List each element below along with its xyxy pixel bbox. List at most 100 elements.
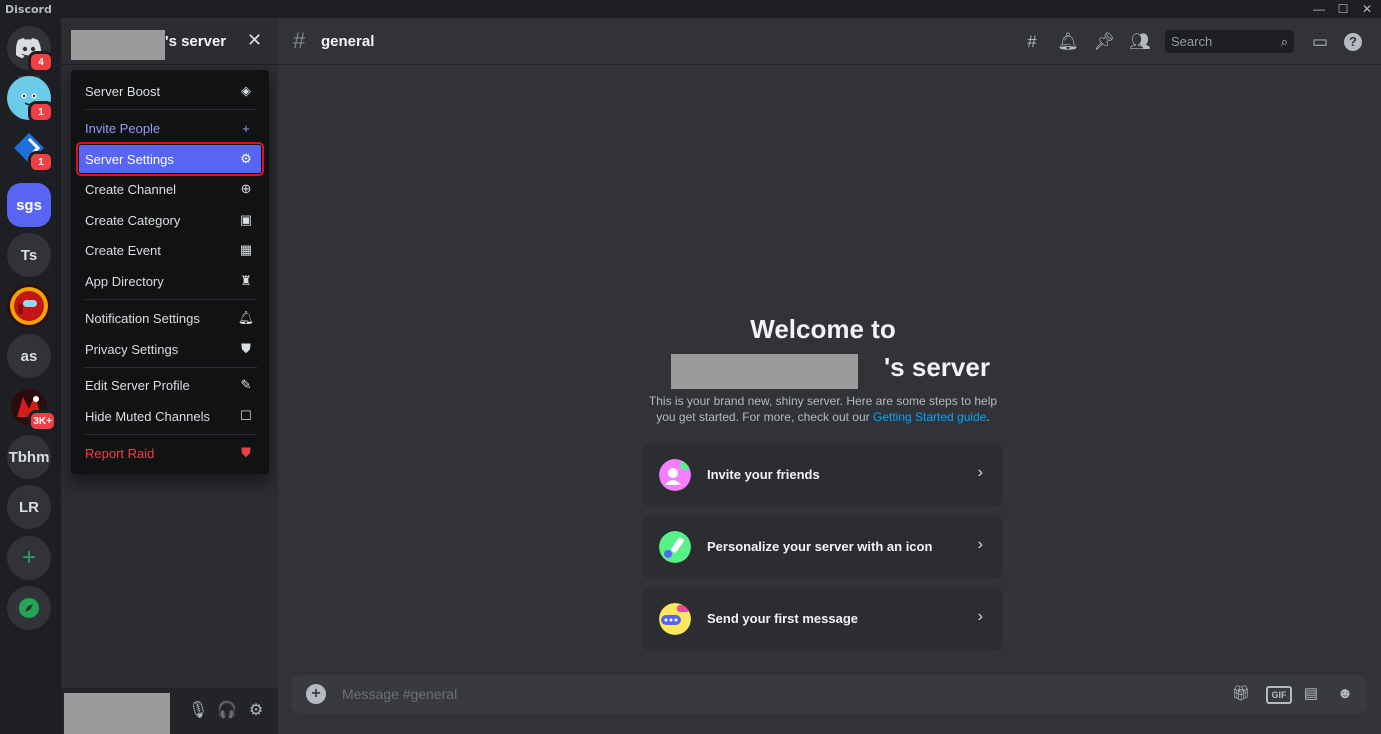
gear-icon: ⚙ [240,151,252,166]
menu-item-invite-people[interactable]: Invite People + [79,114,261,142]
menu-item-label: Notification Settings [85,310,200,326]
invite-friends-card[interactable]: Invite your friends › [642,443,1003,507]
help-icon[interactable]: ? [1344,33,1362,51]
user-settings-gear-icon[interactable]: ⚙ [246,700,266,720]
close-icon[interactable]: ✕ [247,30,262,51]
card-label: Send your first message [707,611,858,626]
menu-item-create-event[interactable]: Create Event ▦ [79,236,261,264]
menu-item-label: Privacy Settings [85,341,179,357]
menu-item-label: Edit Server Profile [85,377,190,393]
menu-item-report-raid[interactable]: Report Raid ⛊ [79,439,261,467]
server-among-us[interactable] [7,284,51,328]
redacted-server-owner [71,30,165,60]
home-button[interactable]: 4 [7,26,54,73]
welcome-description: This is your brand new, shiny server. He… [638,393,1008,425]
chat-bubble-icon [659,603,691,635]
server-rail: 4 1 1 sgs Ts as 3K+ Tbhm LR + [0,18,58,734]
add-server-button[interactable]: + [7,536,51,580]
discover-button[interactable] [7,586,51,630]
gif-button[interactable]: GIF [1266,686,1292,704]
maximize-button[interactable]: ☐ [1331,0,1355,18]
getting-started-link[interactable]: Getting Started guide [873,410,986,424]
microphone-icon[interactable]: 🎙 [188,700,208,720]
server-sgs[interactable]: sgs [7,183,51,227]
chevron-right-icon: › [977,608,983,625]
menu-item-server-boost[interactable]: Server Boost ◈ [79,77,261,105]
invite-friends-icon [659,459,691,491]
menu-item-server-settings[interactable]: Server Settings ⚙ [76,142,264,176]
menu-item-label: Report Raid [85,445,155,461]
minimize-button[interactable]: — [1307,0,1331,18]
search-icon: ⌕ [1280,34,1288,49]
server-blue-diamond[interactable]: 1 [7,126,54,173]
menu-item-edit-server-profile[interactable]: Edit Server Profile ✎ [79,371,261,399]
menu-item-label: Hide Muted Channels [85,408,211,424]
menu-item-create-category[interactable]: Create Category ▣ [79,206,261,234]
menu-divider [85,109,257,110]
server-emoji-avatar[interactable]: 1 [7,76,54,123]
inbox-icon[interactable]: ▭ [1309,31,1331,53]
search-input[interactable]: Search ⌕ [1165,30,1294,53]
welcome-desc-end: . [986,410,990,424]
add-attachment-icon[interactable]: + [306,684,326,704]
redacted-user [64,693,170,734]
member-list-icon[interactable]: 👥︎ [1129,31,1151,53]
shield-alert-icon: ⛊ [241,445,251,460]
card-label: Personalize your server with an icon [707,539,933,554]
menu-item-privacy-settings[interactable]: Privacy Settings ⛊ [79,335,261,363]
user-panel: 🎙 🎧 ⚙ [61,688,278,734]
add-person-icon: + [242,120,250,136]
bell-icon: 🔔︎ [237,310,255,325]
hashtag-icon: # [293,28,306,53]
menu-item-label: Create Channel [85,181,177,197]
channel-header: # general # 🔔︎ 📌︎ 👥︎ Search ⌕ ▭ ? [278,18,1381,65]
plus-circle-icon: ⊕ [240,181,252,196]
server-tbhm[interactable]: Tbhm [7,435,51,479]
server-dropdown-menu: Server Boost ◈ Invite People + Server Sett… [71,70,269,474]
headphones-icon[interactable]: 🎧 [217,700,237,720]
message-composer[interactable]: + Message #general 🎁︎ GIF ▤ ☻ [292,675,1367,713]
pin-icon[interactable]: 📌︎ [1093,31,1115,53]
card-label: Invite your friends [707,467,820,482]
bell-icon[interactable]: 🔔︎ [1057,31,1079,53]
unread-badge: 3K+ [28,410,57,432]
shield-icon: ⛊ [241,341,251,356]
personalize-server-card[interactable]: Personalize your server with an icon › [642,515,1003,579]
menu-divider [85,367,257,368]
server-ts[interactable]: Ts [7,233,51,277]
sticker-icon[interactable]: ▤ [1300,684,1322,704]
welcome-title: Welcome to [750,314,896,344]
message-input[interactable]: Message #general [342,686,457,702]
title-bar: Discord — ☐ ✕ [0,0,1381,18]
menu-item-notification-settings[interactable]: Notification Settings 🔔︎ [79,304,261,332]
menu-item-create-channel[interactable]: Create Channel ⊕ [79,175,261,203]
menu-item-hide-muted-channels[interactable]: Hide Muted Channels ☐ [79,402,261,430]
search-placeholder: Search [1171,34,1213,49]
menu-item-label: Create Category [85,212,181,228]
server-red[interactable]: 3K+ [7,385,57,432]
menu-item-app-directory[interactable]: App Directory ♜ [79,267,261,295]
menu-item-label: App Directory [85,273,164,289]
menu-item-label: Create Event [85,242,161,258]
menu-item-label: Server Settings [85,151,174,167]
unread-badge: 1 [28,151,54,173]
menu-divider [85,299,257,300]
server-header[interactable]: 's server ✕ [61,18,278,65]
close-window-button[interactable]: ✕ [1355,0,1379,18]
server-as[interactable]: as [7,334,51,378]
channel-name: general [321,33,375,50]
server-lr[interactable]: LR [7,485,51,529]
menu-divider [85,434,257,435]
welcome-server-name: 's server [884,352,990,382]
compass-icon [19,598,39,618]
emoji-icon[interactable]: ☻ [1334,684,1356,704]
gift-icon[interactable]: 🎁︎ [1230,684,1252,704]
robot-icon: ♜ [240,273,252,288]
redacted-server-owner [671,354,858,389]
menu-item-label: Invite People [85,120,161,136]
checkbox-icon[interactable]: ☐ [237,408,255,424]
threads-icon[interactable]: # [1021,31,1043,53]
send-first-message-card[interactable]: Send your first message › [642,587,1003,651]
unread-badge: 1 [28,101,54,123]
main-chat-area: # general # 🔔︎ 📌︎ 👥︎ Search ⌕ ▭ ? Welcom… [278,18,1381,734]
